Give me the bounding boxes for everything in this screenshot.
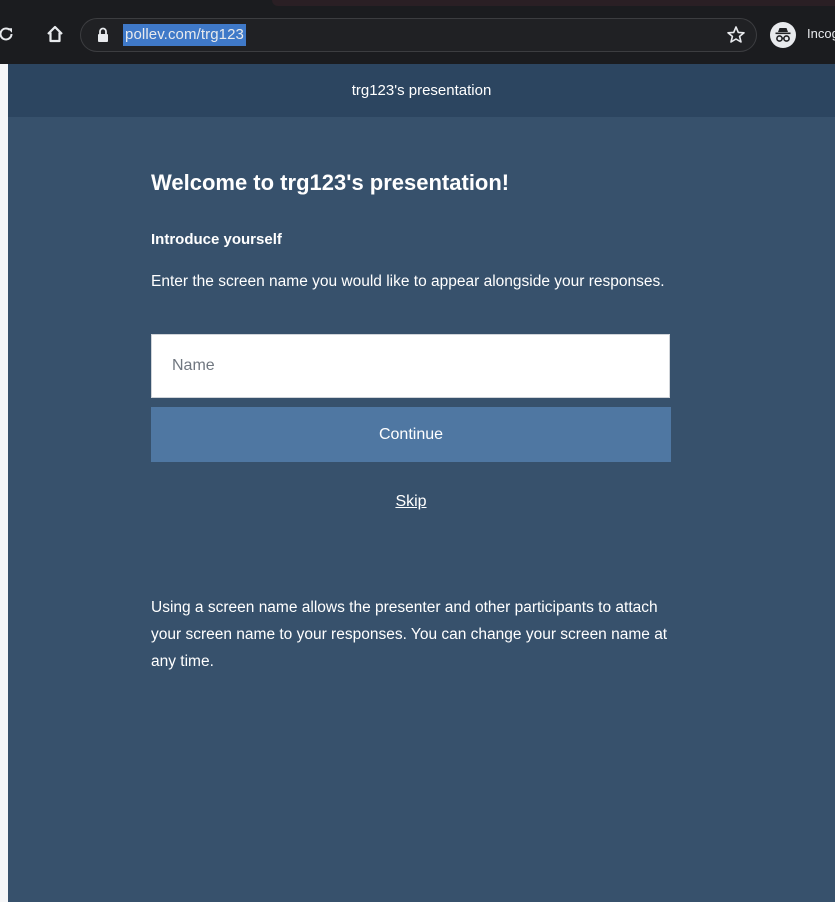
incognito-icon	[775, 28, 791, 42]
form-instructions: Enter the screen name you would like to …	[151, 273, 665, 290]
window-left-edge	[0, 64, 8, 902]
reload-icon	[0, 27, 13, 41]
header-title: trg123's presentation	[351, 82, 492, 99]
home-icon	[47, 25, 63, 43]
home-button[interactable]	[43, 22, 67, 46]
address-bar[interactable]: pollev.com/trg123	[80, 18, 757, 52]
url-text[interactable]: pollev.com/trg123	[123, 24, 246, 46]
screen-name-input[interactable]	[151, 334, 670, 398]
browser-toolbar: pollev.com/trg123 Incognito	[0, 0, 835, 64]
incognito-label: Incognito	[807, 26, 835, 41]
lock-icon	[98, 27, 108, 42]
presentation-header: trg123's presentation	[8, 64, 835, 117]
reload-button[interactable]	[0, 22, 18, 46]
incognito-profile-button[interactable]	[770, 22, 796, 48]
skip-link[interactable]: Skip	[395, 493, 426, 510]
skip-link-row: Skip	[151, 493, 671, 511]
screen-name-info: Using a screen name allows the presenter…	[151, 599, 668, 670]
star-icon[interactable]	[725, 24, 747, 46]
continue-button[interactable]: Continue	[151, 407, 671, 462]
page-title: Welcome to trg123's presentation!	[151, 170, 510, 195]
form-subtitle: Introduce yourself	[151, 231, 282, 248]
tab-strip-edge	[272, 0, 835, 6]
